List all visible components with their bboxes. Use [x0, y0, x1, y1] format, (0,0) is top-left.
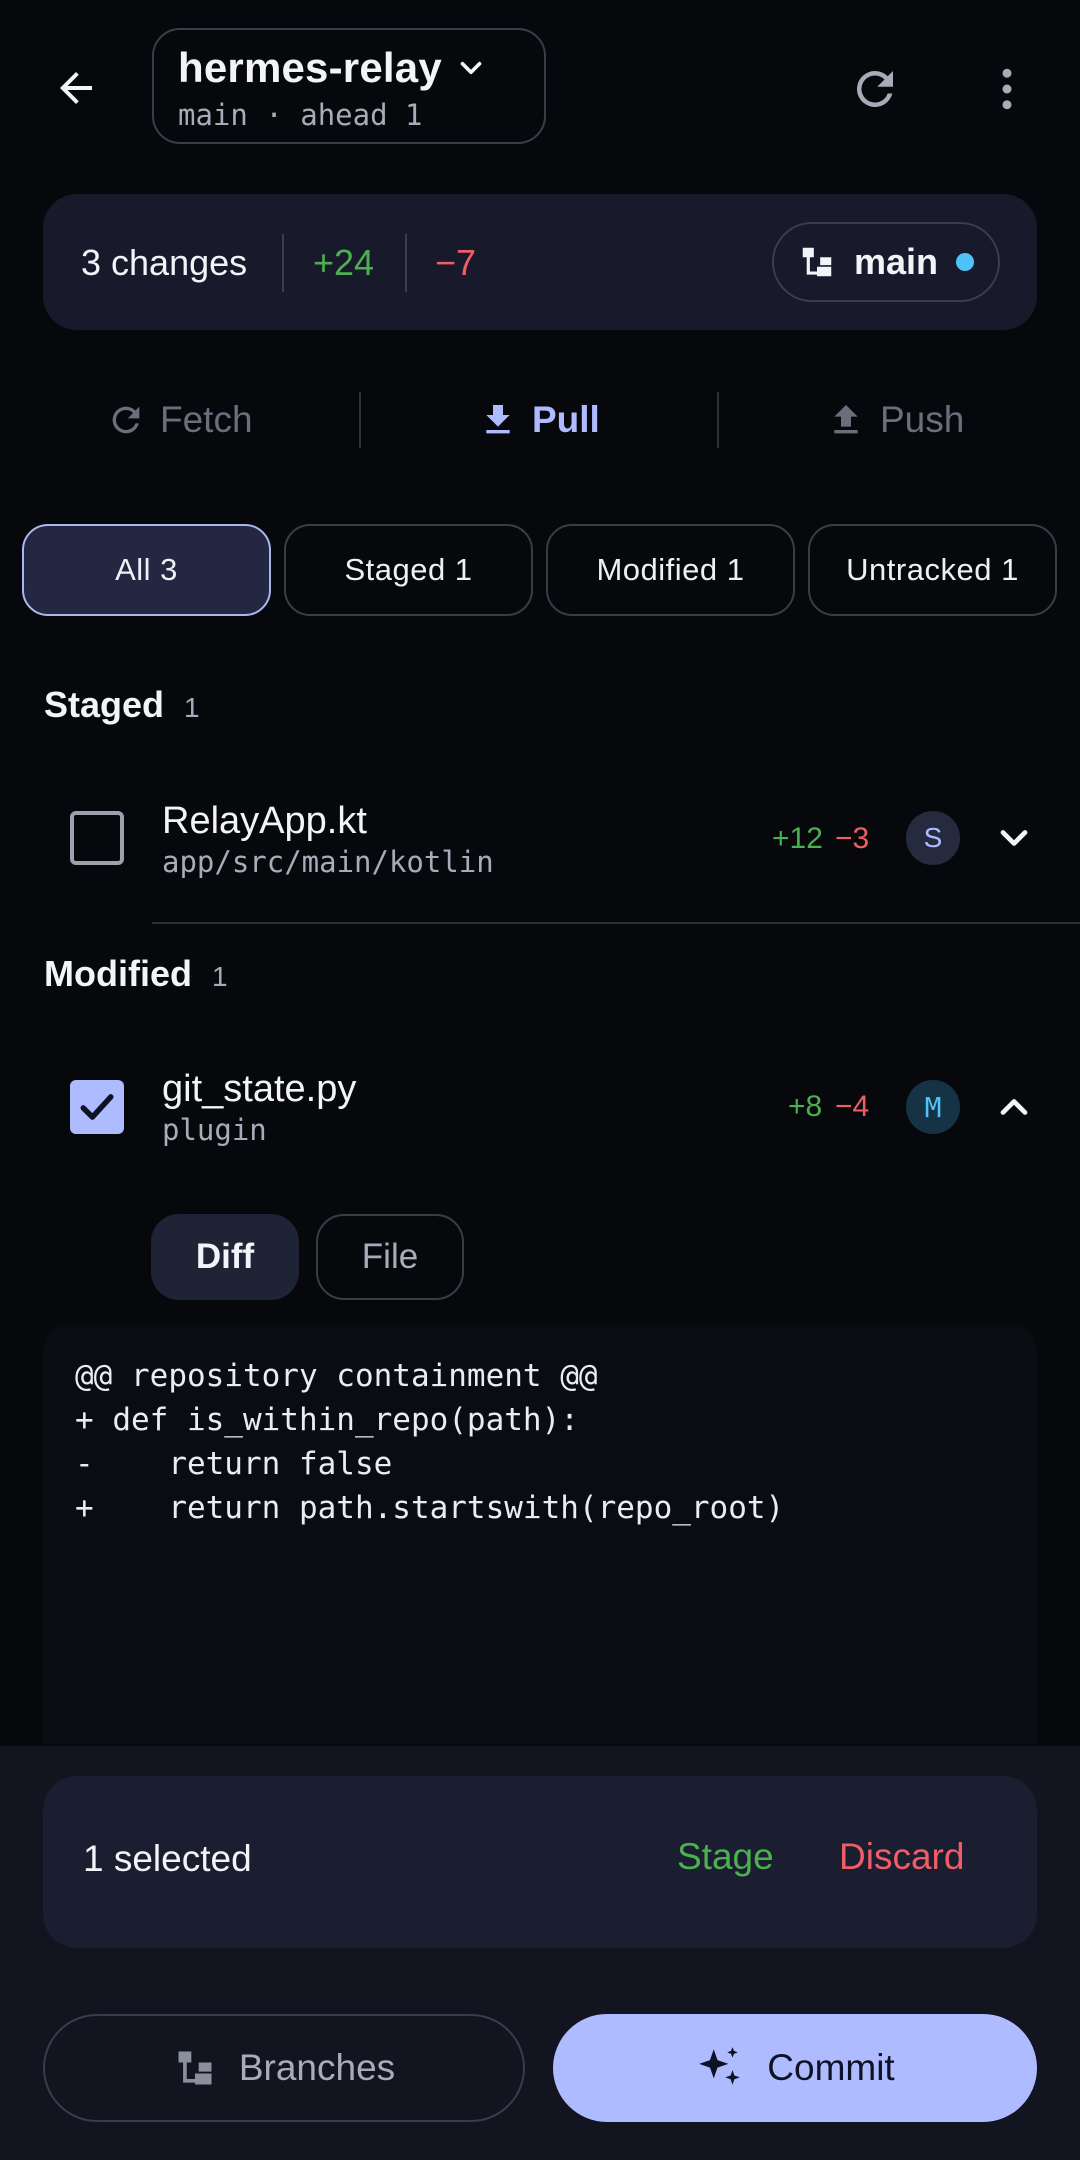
- repo-branch: main: [178, 98, 248, 132]
- commit-label: Commit: [767, 2047, 895, 2088]
- refresh-button[interactable]: [840, 54, 910, 124]
- fetch-button[interactable]: Fetch: [106, 380, 253, 460]
- section-count: 1: [211, 961, 228, 992]
- status-badge: S: [906, 811, 960, 865]
- file-name: RelayApp.kt: [162, 800, 367, 842]
- staged-section-header: Staged 1: [44, 684, 200, 726]
- more-vertical-icon: [1002, 68, 1012, 110]
- filter-modified[interactable]: Modified 1: [546, 524, 795, 616]
- filter-staged[interactable]: Staged 1: [284, 524, 533, 616]
- push-label: Push: [880, 399, 965, 440]
- push-button[interactable]: Push: [826, 380, 964, 460]
- total-deletions: −7: [435, 242, 477, 283]
- diff-line: @@ repository containment @@: [75, 1358, 598, 1394]
- chevron-down-icon: [460, 61, 482, 75]
- file-deletions: −4: [835, 1090, 870, 1123]
- tab-file[interactable]: File: [316, 1214, 464, 1300]
- branches-label: Branches: [238, 2047, 396, 2088]
- total-additions: +24: [313, 242, 375, 283]
- chevron-up-icon: [1000, 1099, 1028, 1115]
- file-path: app/src/main/kotlin: [162, 845, 494, 879]
- diff-line: - return false: [75, 1446, 393, 1482]
- more-options-button[interactable]: [972, 54, 1042, 124]
- file-deletions: −3: [835, 822, 870, 855]
- file-row[interactable]: RelayApp.kt app/src/main/kotlin +12 −3 S: [0, 760, 1080, 920]
- file-info: git_state.py plugin: [162, 1068, 356, 1147]
- file-row[interactable]: git_state.py plugin +8 −4 M: [0, 1028, 1080, 1188]
- selection-bar: 1 selected Stage Discard: [43, 1776, 1037, 1948]
- fetch-label: Fetch: [160, 399, 253, 440]
- stage-button[interactable]: Stage: [677, 1836, 774, 1878]
- branch-tree-icon: [178, 2051, 212, 2085]
- changes-count: 3 changes: [81, 242, 248, 283]
- repo-name: hermes-relay: [178, 44, 442, 91]
- back-button[interactable]: [44, 56, 108, 120]
- collapse-button[interactable]: [986, 1079, 1042, 1135]
- download-icon: [486, 405, 510, 434]
- pull-label: Pull: [532, 399, 600, 440]
- status-badge: M: [906, 1080, 960, 1134]
- repo-ahead: ahead 1: [300, 98, 423, 132]
- pull-button[interactable]: Pull: [478, 380, 600, 460]
- check-icon: [80, 1094, 114, 1120]
- file-additions: +12: [772, 822, 823, 855]
- file-checkbox[interactable]: [70, 1080, 124, 1134]
- divider: [359, 392, 361, 448]
- chevron-down-icon: [1000, 830, 1028, 846]
- repo-selector[interactable]: hermes-relay main · ahead 1: [152, 28, 546, 144]
- file-name: git_state.py: [162, 1068, 357, 1110]
- file-info: RelayApp.kt app/src/main/kotlin: [162, 800, 494, 879]
- divider: [405, 234, 407, 292]
- section-title: Modified: [44, 953, 192, 994]
- sparkle-icon: [699, 2047, 741, 2085]
- diff-line: + return path.startswith(repo_root): [75, 1490, 785, 1526]
- upload-icon: [834, 405, 858, 434]
- branch-chip[interactable]: main: [772, 222, 1000, 302]
- section-title: Staged: [44, 684, 165, 725]
- divider: [717, 392, 719, 448]
- selection-count: 1 selected: [83, 1838, 252, 1879]
- divider: [152, 922, 1080, 924]
- diff-line: + def is_within_repo(path):: [75, 1402, 579, 1438]
- diff-viewer: @@ repository containment @@ + def is_wi…: [43, 1324, 1037, 1744]
- branch-tree-icon: [802, 247, 832, 277]
- tab-diff[interactable]: Diff: [151, 1214, 299, 1300]
- changes-summary-card: 3 changes +24 −7 main: [43, 194, 1037, 330]
- repo-status-separator: ·: [265, 98, 283, 132]
- file-path: plugin: [162, 1113, 267, 1147]
- file-additions: +8: [788, 1090, 823, 1123]
- filter-untracked[interactable]: Untracked 1: [808, 524, 1057, 616]
- refresh-icon: [112, 406, 140, 434]
- file-checkbox[interactable]: [70, 811, 124, 865]
- expand-button[interactable]: [986, 810, 1042, 866]
- modified-section-header: Modified 1: [44, 953, 228, 995]
- filter-all[interactable]: All 3: [22, 524, 271, 616]
- branch-status-dot: [956, 253, 975, 271]
- discard-button[interactable]: Discard: [839, 1836, 964, 1878]
- divider: [282, 234, 284, 292]
- section-count: 1: [184, 692, 200, 723]
- refresh-icon: [856, 70, 893, 107]
- branch-chip-label: main: [854, 241, 939, 282]
- repo-status: main · ahead 1: [178, 98, 520, 132]
- branches-button[interactable]: Branches: [43, 2014, 525, 2122]
- arrow-left-icon: [60, 72, 92, 104]
- commit-button[interactable]: Commit: [553, 2014, 1037, 2122]
